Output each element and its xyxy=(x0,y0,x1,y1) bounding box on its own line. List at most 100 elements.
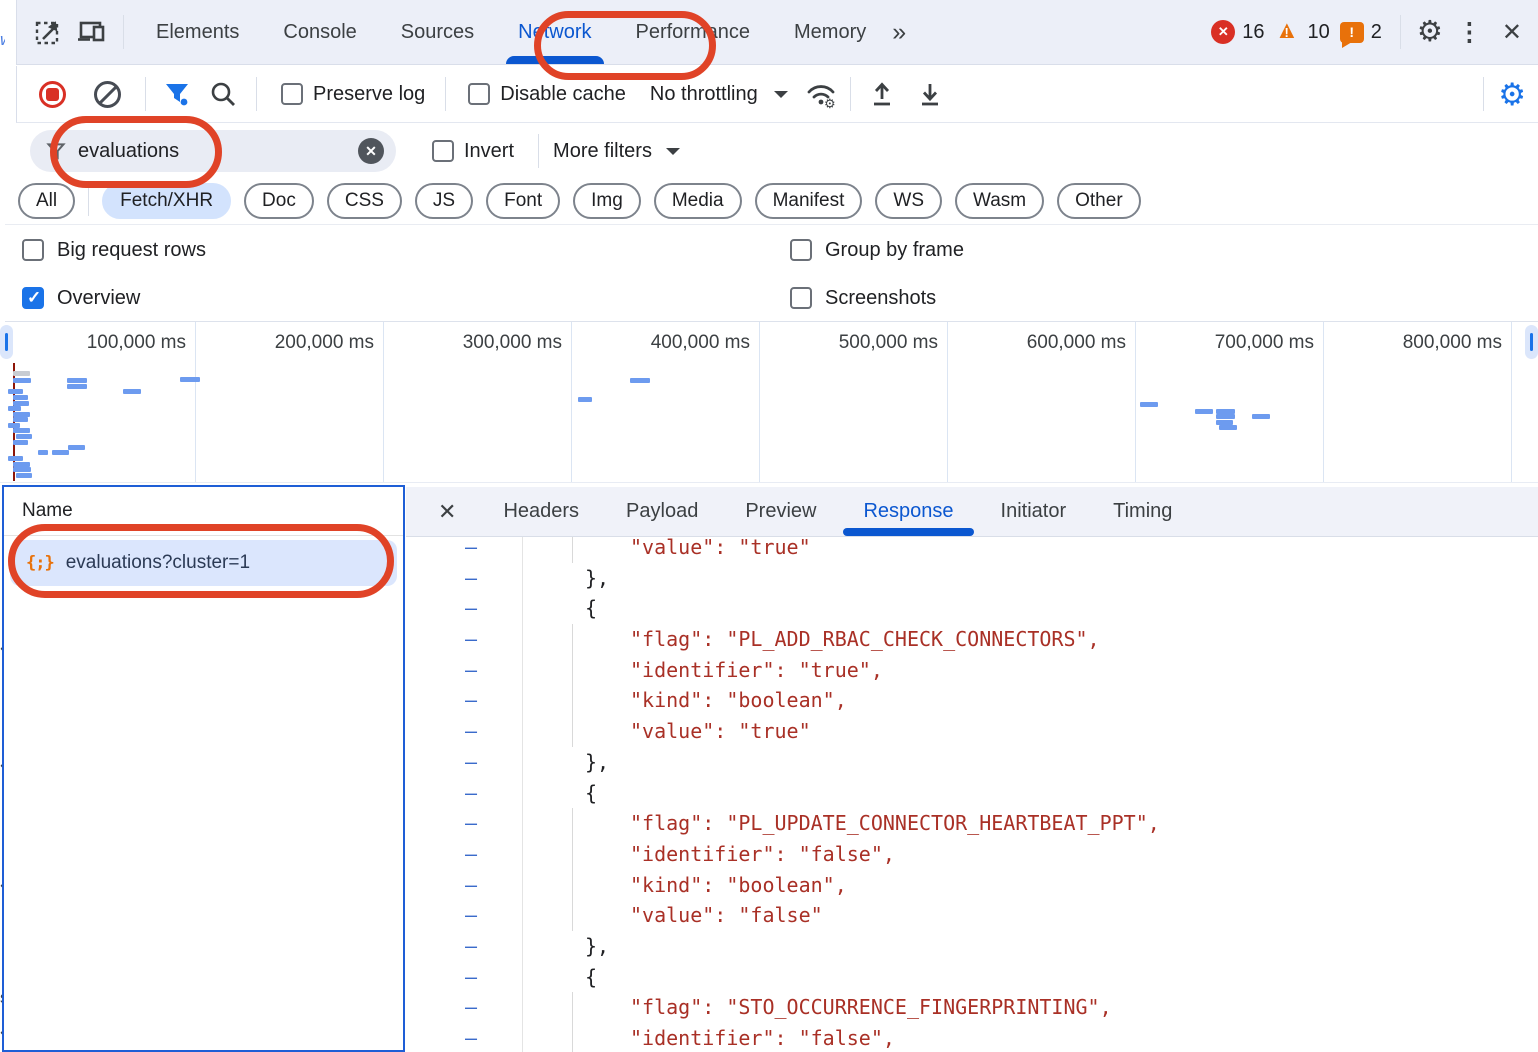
search-button[interactable] xyxy=(204,75,242,113)
indent-guide xyxy=(572,900,573,931)
clear-filter-icon[interactable]: ✕ xyxy=(358,138,384,164)
timeline-tick-label: 100,000 ms xyxy=(87,332,186,354)
upload-icon xyxy=(868,80,896,108)
chip-img[interactable]: Img xyxy=(573,183,641,219)
tab-network[interactable]: Network xyxy=(496,0,613,64)
chip-other[interactable]: Other xyxy=(1057,183,1141,219)
devtools-window: w‹‹‹s‹ ElementsConsoleSourcesNetworkPerf… xyxy=(0,0,1538,1052)
timeline-tick-label: 300,000 ms xyxy=(463,332,562,354)
inspect-cursor-icon xyxy=(33,17,63,47)
tab-elements[interactable]: Elements xyxy=(134,0,261,64)
detail-tab-response[interactable]: Response xyxy=(863,487,953,536)
tab-sources[interactable]: Sources xyxy=(379,0,496,64)
chip-doc[interactable]: Doc xyxy=(244,183,314,219)
error-badge[interactable]: ✕ 16 xyxy=(1211,20,1264,44)
disable-cache-checkbox[interactable] xyxy=(468,83,490,105)
big-request-rows-checkbox[interactable] xyxy=(22,239,44,261)
json-punctuation-text: { xyxy=(585,962,597,993)
throttling-select[interactable]: No throttling xyxy=(650,83,758,106)
more-filters-button[interactable]: More filters xyxy=(553,140,652,163)
detail-tab-payload[interactable]: Payload xyxy=(626,487,698,536)
close-detail-icon[interactable]: ✕ xyxy=(438,499,456,525)
toolbar-divider xyxy=(1400,15,1401,49)
requests-name-column-header[interactable]: Name xyxy=(4,487,403,536)
tab-performance[interactable]: Performance xyxy=(614,0,773,64)
indent-guide xyxy=(572,685,573,716)
network-conditions-button[interactable]: ⚙ xyxy=(802,75,840,113)
line-marker-dash: – xyxy=(458,870,484,901)
detail-tab-headers[interactable]: Headers xyxy=(503,487,579,536)
close-devtools-icon[interactable]: ✕ xyxy=(1496,18,1528,47)
chevron-down-icon xyxy=(666,148,680,155)
overview-left-drag-handle[interactable] xyxy=(0,325,13,359)
issues-badge[interactable]: ! 2 xyxy=(1340,21,1382,44)
line-marker-dash: – xyxy=(458,900,484,931)
detail-tab-timing[interactable]: Timing xyxy=(1113,487,1172,536)
overview-right-drag-handle[interactable] xyxy=(1525,325,1538,359)
request-timing-bar xyxy=(1216,414,1235,419)
json-pair-text: "identifier": "false", xyxy=(630,839,895,870)
timeline-tick-label: 500,000 ms xyxy=(839,332,938,354)
filter-input-value: evaluations xyxy=(78,140,179,163)
export-har-button[interactable] xyxy=(911,75,949,113)
chip-manifest[interactable]: Manifest xyxy=(755,183,863,219)
import-har-button[interactable] xyxy=(863,75,901,113)
chip-wasm[interactable]: Wasm xyxy=(955,183,1044,219)
network-settings-gear-icon[interactable]: ⚙ xyxy=(1498,79,1526,110)
svg-text:⚙: ⚙ xyxy=(824,96,836,109)
request-timing-bar xyxy=(67,378,87,383)
chip-fetchxhr[interactable]: Fetch/XHR xyxy=(102,183,231,219)
inspect-element-button[interactable] xyxy=(29,13,67,51)
tab-memory[interactable]: Memory xyxy=(772,0,888,64)
request-row[interactable]: {;}evaluations?cluster=1 xyxy=(10,540,397,586)
chip-all[interactable]: All xyxy=(18,183,75,219)
request-timing-bar xyxy=(180,377,200,382)
line-marker-dash: – xyxy=(458,808,484,839)
chip-media[interactable]: Media xyxy=(654,183,742,219)
funnel-icon xyxy=(46,141,66,161)
network-overview-timeline[interactable]: 100,000 ms200,000 ms300,000 ms400,000 ms… xyxy=(0,322,1538,483)
chip-js[interactable]: JS xyxy=(415,183,473,219)
filter-toggle-button[interactable] xyxy=(158,75,196,113)
code-line: –"value": "false" xyxy=(406,900,1538,931)
code-line: –"identifier": "true", xyxy=(406,655,1538,686)
filter-text-input[interactable]: evaluations ✕ xyxy=(30,130,396,172)
json-pair-text: "flag": "STO_OCCURRENCE_FINGERPRINTING", xyxy=(630,992,1112,1023)
request-timing-bar xyxy=(1195,409,1213,414)
timeline-gridline xyxy=(1511,322,1512,482)
code-line: –{ xyxy=(406,962,1538,993)
funnel-icon xyxy=(163,80,191,108)
chip-font[interactable]: Font xyxy=(486,183,560,219)
error-count: 16 xyxy=(1242,21,1264,44)
device-toolbar-button[interactable] xyxy=(73,13,111,51)
timeline-tick-label: 600,000 ms xyxy=(1027,332,1126,354)
page-behind-fragment: w xyxy=(0,30,5,50)
more-panels-icon[interactable]: » xyxy=(892,18,904,47)
request-timing-bar xyxy=(8,456,23,461)
invert-checkbox[interactable] xyxy=(432,140,454,162)
kebab-menu-icon[interactable]: ⋮ xyxy=(1449,17,1490,47)
indent-guide xyxy=(572,1023,573,1052)
tab-console[interactable]: Console xyxy=(261,0,378,64)
group-by-frame-checkbox[interactable] xyxy=(790,239,812,261)
big-request-rows-label: Big request rows xyxy=(57,239,206,262)
request-timing-bar xyxy=(13,395,28,400)
chip-css[interactable]: CSS xyxy=(327,183,402,219)
screenshots-checkbox[interactable] xyxy=(790,287,812,309)
indent-guide xyxy=(572,992,573,1023)
preserve-log-checkbox[interactable] xyxy=(281,83,303,105)
record-network-log-button[interactable] xyxy=(39,81,66,108)
response-body-viewer[interactable]: –"value": "true"–},–{–"flag": "PL_ADD_RB… xyxy=(406,537,1538,1052)
request-timing-bar xyxy=(13,371,30,376)
timeline-tick-label: 700,000 ms xyxy=(1215,332,1314,354)
panel-tabs: ElementsConsoleSourcesNetworkPerformance… xyxy=(134,0,888,64)
settings-gear-icon[interactable]: ⚙ xyxy=(1417,18,1443,47)
chip-ws[interactable]: WS xyxy=(875,183,942,219)
overview-checkbox[interactable] xyxy=(22,287,44,309)
line-marker-dash: – xyxy=(458,778,484,809)
timeline-tick-label: 800,000 ms xyxy=(1403,332,1502,354)
clear-network-log-button[interactable] xyxy=(94,81,121,108)
detail-tab-initiator[interactable]: Initiator xyxy=(1001,487,1067,536)
detail-tab-preview[interactable]: Preview xyxy=(745,487,816,536)
warning-badge[interactable]: 10 xyxy=(1275,20,1330,44)
